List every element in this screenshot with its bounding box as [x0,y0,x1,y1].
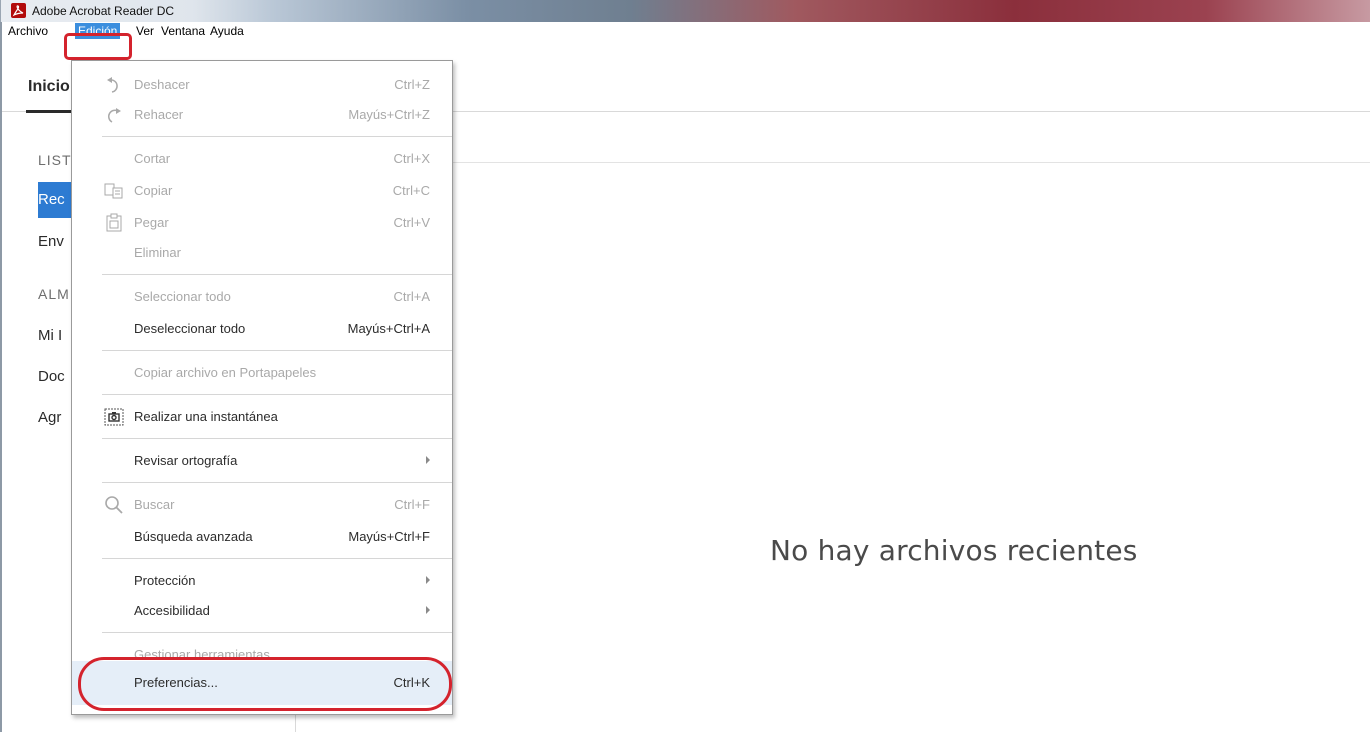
find-label: Buscar [134,497,175,512]
nav-item-document-cloud[interactable]: Doc [38,368,65,385]
advanced-search-label: Búsqueda avanzada [134,529,253,544]
menu-item-paste[interactable]: Pegar Ctrl+V [72,209,452,237]
nav-item-sent[interactable]: Env [38,233,64,250]
redo-shortcut: Mayús+Ctrl+Z [348,107,430,122]
deselect-all-shortcut: Mayús+Ctrl+A [347,321,430,336]
deselect-all-label: Deseleccionar todo [134,321,246,336]
separator [102,274,452,275]
separator [102,438,452,439]
cut-shortcut: Ctrl+X [393,151,430,166]
copy-shortcut: Ctrl+C [392,183,430,198]
menu-item-protection[interactable]: Protección [72,567,452,595]
menu-item-accessibility[interactable]: Accesibilidad [72,597,452,625]
accessibility-label: Accesibilidad [134,603,210,618]
undo-label: Deshacer [134,77,190,92]
undo-shortcut: Ctrl+Z [394,77,430,92]
menu-archivo[interactable]: Archivo [5,23,51,39]
search-icon [104,495,124,515]
nav-item-recent[interactable]: Rec [38,191,65,208]
redo-label: Rehacer [134,107,184,122]
nav-item-add-account[interactable]: Agr [38,409,61,426]
menu-item-spelling[interactable]: Revisar ortografía [72,447,452,475]
camera-icon [104,407,124,427]
empty-state-message: No hay archivos recientes [770,534,1138,567]
menu-ver[interactable]: Ver [133,23,157,39]
redo-icon [104,105,124,125]
copy-label: Copiar [134,183,173,198]
menu-item-snapshot[interactable]: Realizar una instantánea [72,403,452,431]
menu-item-copy[interactable]: Copiar Ctrl+C [72,177,452,205]
select-all-shortcut: Ctrl+A [393,289,430,304]
nav-section-storage: ALM [38,286,70,302]
submenu-arrow-icon [426,456,430,464]
menu-item-advanced-search[interactable]: Búsqueda avanzada Mayús+Ctrl+F [72,523,452,551]
tab-home[interactable]: Inicio [28,78,70,96]
menu-item-undo[interactable]: Deshacer Ctrl+Z [72,71,452,99]
separator [102,632,452,633]
menu-ventana[interactable]: Ventana [158,23,208,39]
advanced-search-shortcut: Mayús+Ctrl+F [348,529,430,544]
window-title: Adobe Acrobat Reader DC [32,4,175,18]
content-divider [296,162,1370,163]
menu-item-delete[interactable]: Eliminar [72,239,452,267]
menu-bar: Archivo Edición Ver Ventana Ayuda [0,22,1370,39]
edit-menu-dropdown: Deshacer Ctrl+Z Rehacer Mayús+Ctrl+Z Cor… [71,60,453,715]
menu-item-copy-file[interactable]: Copiar archivo en Portapapeles [72,359,452,387]
undo-icon [104,75,124,95]
separator [102,558,452,559]
nav-section-lists: LIST [38,152,72,168]
delete-label: Eliminar [134,245,181,260]
select-all-label: Seleccionar todo [134,289,231,304]
paste-label: Pegar [134,215,169,230]
separator [102,350,452,351]
copy-icon [104,181,124,201]
cut-label: Cortar [134,151,171,166]
menu-item-manage-tools[interactable]: Gestionar herramientas [72,641,452,657]
submenu-arrow-icon [426,576,430,584]
paste-icon [104,213,124,233]
paste-shortcut: Ctrl+V [393,215,430,230]
menu-highlight-annotation [64,33,132,60]
snapshot-label: Realizar una instantánea [134,409,278,424]
separator [102,136,452,137]
submenu-arrow-icon [426,606,430,614]
menu-item-cut[interactable]: Cortar Ctrl+X [72,145,452,173]
spelling-label: Revisar ortografía [134,453,238,468]
title-bar: Adobe Acrobat Reader DC [0,0,1370,22]
nav-item-my-pc[interactable]: Mi I [38,327,62,344]
menu-item-redo[interactable]: Rehacer Mayús+Ctrl+Z [72,101,452,129]
separator [102,394,452,395]
protection-label: Protección [134,573,196,588]
menu-item-deselect-all[interactable]: Deseleccionar todo Mayús+Ctrl+A [72,315,452,343]
acrobat-logo-icon [11,3,26,18]
menu-item-select-all[interactable]: Seleccionar todo Ctrl+A [72,283,452,311]
manage-tools-label: Gestionar herramientas [134,647,270,657]
menu-item-find[interactable]: Buscar Ctrl+F [72,491,452,519]
copy-file-label: Copiar archivo en Portapapeles [134,365,317,380]
find-shortcut: Ctrl+F [394,497,430,512]
menu-ayuda[interactable]: Ayuda [207,23,247,39]
preferences-highlight-annotation [78,657,452,711]
separator [102,482,452,483]
